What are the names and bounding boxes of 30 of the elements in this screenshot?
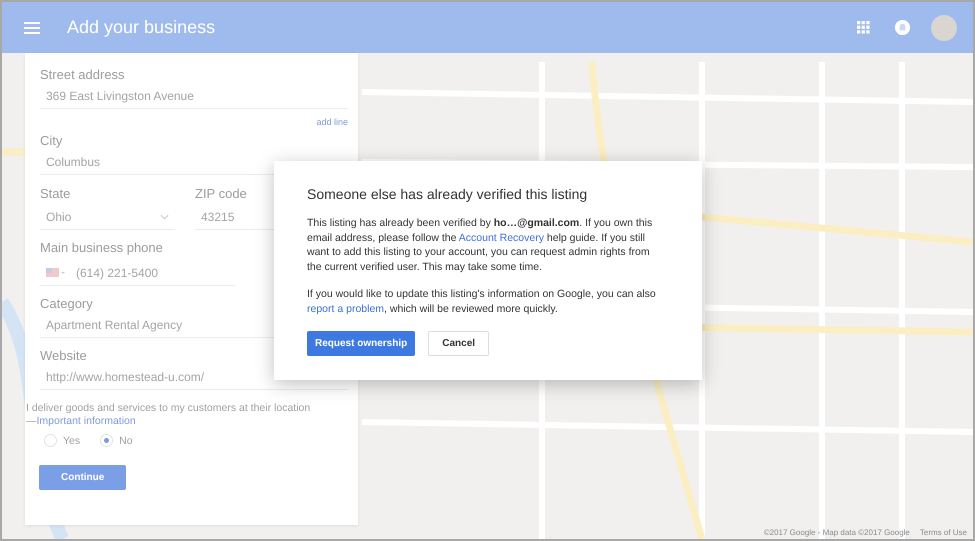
notification-icon[interactable] (894, 19, 911, 36)
field-label: Street address (40, 67, 125, 82)
field-label: City (40, 133, 62, 148)
terms-link[interactable]: Terms of Use (920, 528, 967, 537)
field-label: Category (40, 296, 93, 311)
menu-icon[interactable] (24, 22, 40, 34)
state-dropdown[interactable]: Ohio (40, 203, 175, 230)
avatar[interactable] (931, 14, 957, 40)
request-ownership-button[interactable]: Request ownership (307, 330, 416, 356)
dialog-title: Someone else has already verified this listing (307, 186, 588, 202)
input-field[interactable]: 369 East Livingston Avenue (40, 82, 348, 109)
radio-label: Yes (63, 434, 80, 446)
important-information-link[interactable]: Important information (36, 415, 136, 427)
service-area-text: I deliver goods and services to my customers at their location —Important information (26, 402, 312, 428)
flag-icon[interactable] (46, 268, 66, 278)
field-label: ZIP code (195, 186, 247, 201)
apps-grid-icon[interactable] (857, 21, 870, 34)
cancel-button[interactable]: Cancel (428, 330, 490, 356)
radio-label: No (119, 434, 133, 446)
field-label: Main business phone (40, 240, 163, 255)
field-label: State (40, 186, 70, 201)
field-label: Website (40, 348, 87, 363)
radio-button[interactable] (100, 434, 114, 447)
caret-icon (160, 214, 169, 220)
map-copyright: ©2017 Google - Map data ©2017 Google (764, 528, 910, 537)
phone-field[interactable]: (614) 221-5400 (40, 259, 235, 286)
add-line-link[interactable]: add line (316, 117, 348, 127)
radio-button[interactable] (44, 434, 57, 447)
page-title: Add your business (67, 17, 216, 38)
help-link[interactable]: Account Recovery (458, 232, 544, 244)
